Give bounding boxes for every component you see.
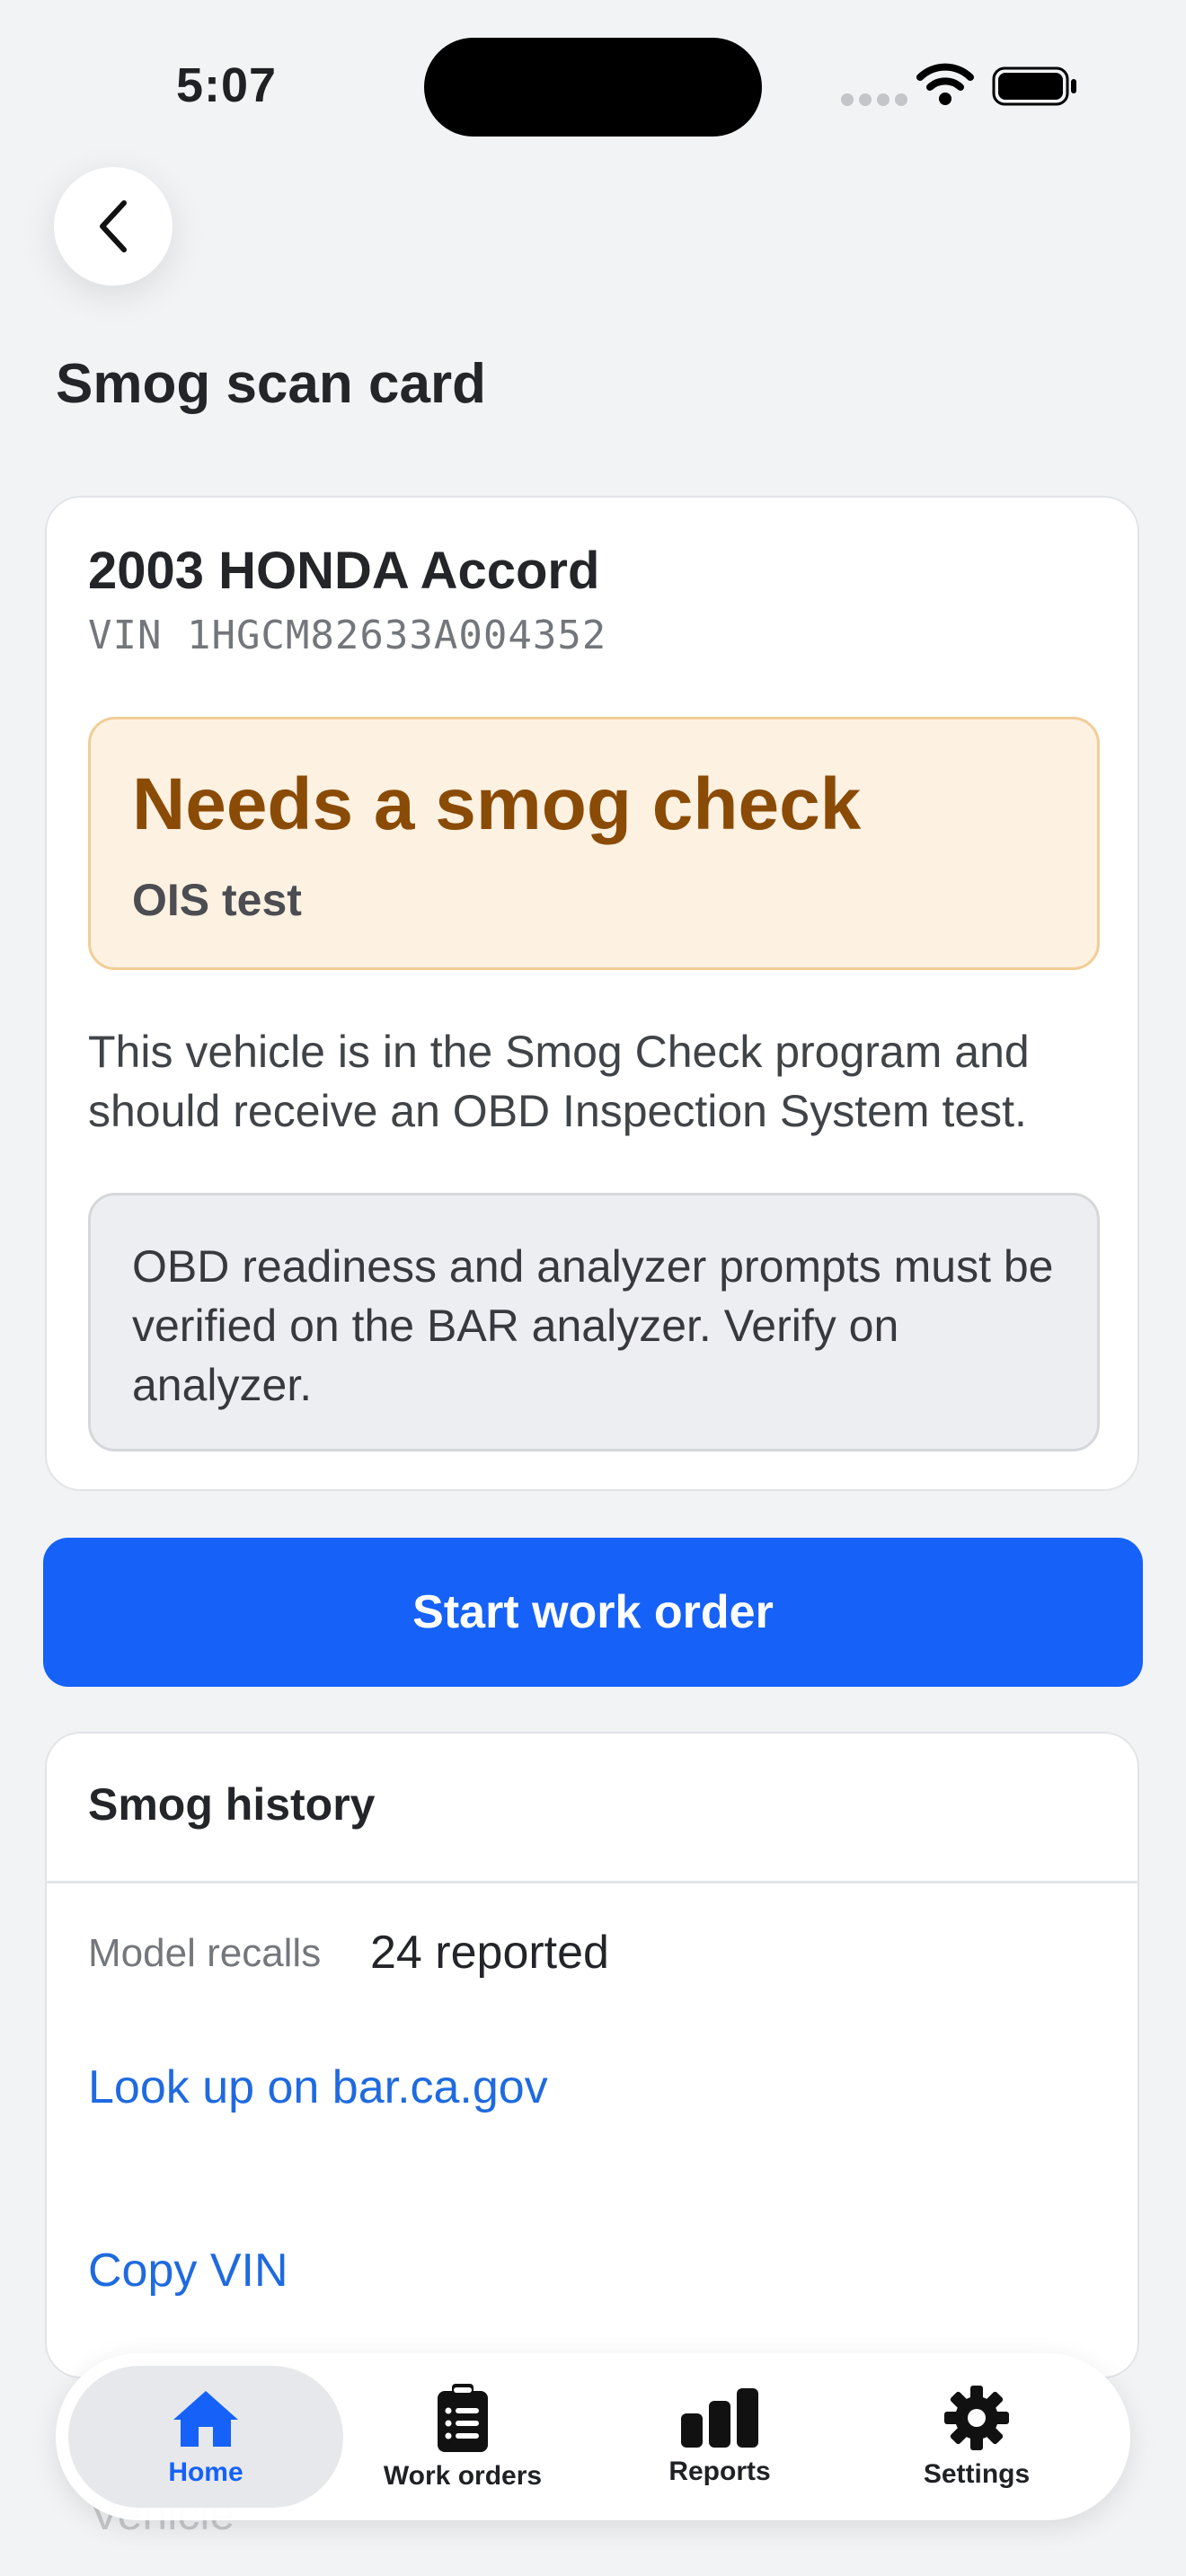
vehicle-vin: VIN 1HGCM82633A004352 <box>88 613 607 658</box>
gear-icon <box>944 2386 1009 2450</box>
tab-label-work-orders: Work orders <box>383 2461 543 2491</box>
tab-label-home: Home <box>168 2457 243 2487</box>
cellular-signal-icon <box>841 93 907 106</box>
tab-home[interactable]: Home <box>68 2366 343 2508</box>
alert-subtitle: OIS test <box>132 875 302 925</box>
chevron-left-icon <box>100 200 127 252</box>
status-description: This vehicle is in the Smog Check progra… <box>88 1027 1030 1136</box>
analyzer-note: OBD readiness and analyzer prompts must … <box>88 1193 1100 1451</box>
wifi-icon <box>916 63 974 105</box>
start-work-order-button[interactable]: Start work order <box>43 1538 1143 1687</box>
tab-work-orders[interactable]: Work orders <box>325 2366 600 2508</box>
recalls-label: Model recalls <box>88 1931 322 1975</box>
back-button[interactable] <box>54 167 173 286</box>
tab-bar: Home Work orders Reports Settings <box>56 2353 1130 2520</box>
tab-settings[interactable]: Settings <box>839 2366 1114 2508</box>
battery-icon <box>992 66 1076 106</box>
alert-title: Needs a smog check <box>132 763 862 845</box>
smog-status-alert: Needs a smog check OIS test <box>88 717 1100 970</box>
clipboard-icon <box>438 2384 488 2452</box>
dynamic-island <box>424 38 762 137</box>
vehicle-card: 2003 HONDA Accord VIN 1HGCM82633A004352 … <box>45 496 1139 1491</box>
copy-vin-link[interactable]: Copy VIN <box>88 2244 288 2298</box>
divider <box>47 1881 1137 1883</box>
vehicle-name: 2003 HONDA Accord <box>88 542 600 600</box>
recalls-value: 24 reported <box>370 1927 609 1979</box>
tab-label-settings: Settings <box>923 2459 1031 2489</box>
smog-history-card: Smog history Model recalls 24 reported L… <box>45 1732 1139 2378</box>
lookup-bar-link[interactable]: Look up on bar.ca.gov <box>88 2060 548 2114</box>
status-bar: 5:07 <box>0 0 1186 171</box>
history-title: Smog history <box>88 1779 376 1830</box>
tab-label-reports: Reports <box>668 2457 771 2486</box>
home-icon <box>173 2391 238 2447</box>
bar-chart-icon <box>681 2388 758 2448</box>
tab-reports[interactable]: Reports <box>582 2366 857 2508</box>
status-time: 5:07 <box>176 58 278 112</box>
page-title: Smog scan card <box>56 353 486 415</box>
